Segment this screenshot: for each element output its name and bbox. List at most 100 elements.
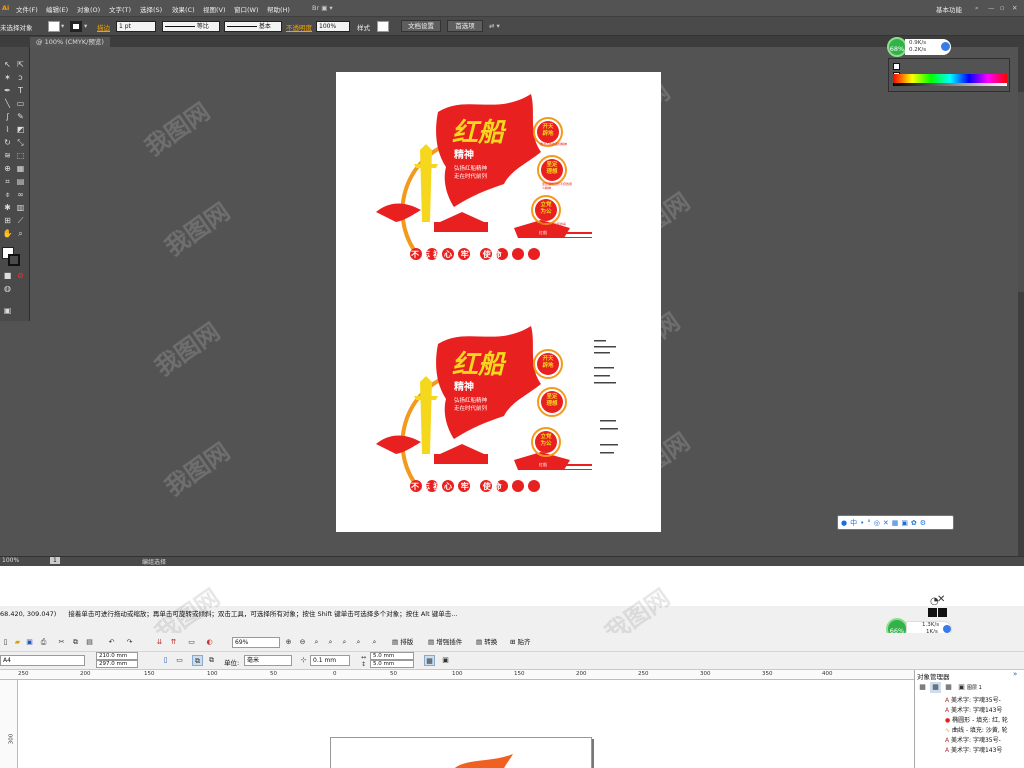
export-icon[interactable]: ⇈ — [168, 637, 179, 648]
page-width-field[interactable]: 210.0 mm — [96, 652, 138, 660]
zoom-tool-icon[interactable]: ⌕ — [15, 228, 26, 239]
zoom-out-icon[interactable]: ⊖ — [297, 637, 308, 648]
docker-expand-icon[interactable]: » — [1013, 670, 1017, 678]
artboard-tool-icon[interactable]: ⊞ — [2, 215, 13, 226]
slice-tool-icon[interactable]: ⟋ — [15, 215, 26, 226]
nudge-distance-field[interactable]: 0.1 mm — [310, 655, 350, 666]
document-tab[interactable]: @ 100% (CMYK/预览) — [30, 37, 110, 47]
copy-icon[interactable]: ⧉ — [70, 637, 81, 648]
stroke-label[interactable]: 描边 — [97, 22, 110, 32]
paste-icon[interactable]: ▤ — [84, 637, 95, 648]
ime-icons[interactable]: ●中•°◎✕▦▣✿⚙ — [841, 518, 929, 528]
zoom-level-field[interactable]: 69% — [232, 637, 280, 648]
cut-icon[interactable]: ✂ — [56, 637, 67, 648]
direct-selection-icon[interactable]: ⇱ — [15, 59, 26, 70]
menu-object[interactable]: 对象(O) — [77, 4, 100, 14]
artboard[interactable]: 红船 精神 弘扬红船精神 走在时代前列 开天辟地 坚定理想 立党为公 红船 不忘… — [336, 72, 661, 532]
free-transform-icon[interactable]: ⬚ — [15, 150, 26, 161]
panel-fill-icon[interactable] — [893, 63, 900, 70]
import-icon[interactable]: ⇊ — [154, 637, 165, 648]
shape-builder-icon[interactable]: ⊕ — [2, 163, 13, 174]
duplicate-x-field[interactable]: 5.0 mm — [370, 652, 414, 660]
open-icon[interactable]: ▰ — [12, 637, 23, 648]
color-mode-icon[interactable]: ■ — [2, 270, 13, 281]
workspace-switcher[interactable]: 基本功能 — [936, 4, 962, 14]
zoom-height-icon[interactable]: ⌕ — [369, 637, 380, 648]
enhance-plugin-button[interactable]: ▤ 增强插件 — [428, 636, 462, 649]
all-pages-icon[interactable]: ⧉ — [192, 655, 203, 666]
zoom-width-icon[interactable]: ⌕ — [353, 637, 364, 648]
accelerate-icon[interactable] — [941, 42, 950, 51]
page-height-field[interactable]: 297.0 mm — [96, 660, 138, 668]
minimize-icon[interactable]: — — [988, 4, 995, 12]
bridge-icon[interactable]: Br ▣ ▾ — [312, 4, 333, 12]
show-properties-icon[interactable]: ▦ — [917, 682, 928, 693]
blend-tool-icon[interactable]: ∞ — [15, 189, 26, 200]
current-page-icon[interactable]: ⧉ — [206, 655, 217, 666]
zoom-level[interactable]: 100% — [2, 557, 19, 564]
zoom-all-icon[interactable]: ⌕ — [325, 637, 336, 648]
color-spectrum[interactable] — [893, 74, 1007, 83]
grayscale-ramp[interactable] — [893, 83, 1007, 86]
scale-tool-icon[interactable]: ⤡ — [15, 137, 26, 148]
arrange-icon[interactable]: ⇄ ▾ — [489, 22, 500, 30]
search-icon[interactable]: ⌕ — [975, 4, 979, 13]
width-tool-icon[interactable]: ≋ — [2, 150, 13, 161]
opacity-field[interactable]: 100% — [316, 21, 350, 32]
graphic-style-swatch[interactable] — [377, 21, 389, 32]
pencil-icon[interactable]: ✎ — [15, 111, 26, 122]
object-row[interactable]: ● 椭圆形 - 填充: 红, 轮 — [945, 716, 1008, 726]
zoom-selected-icon[interactable]: ⌕ — [311, 637, 322, 648]
horizontal-ruler[interactable]: 250 200 150 100 50 0 50 100 150 200 250 … — [0, 670, 914, 680]
close-icon[interactable]: ✕ — [1012, 4, 1017, 12]
eraser-icon[interactable]: ◩ — [15, 124, 26, 135]
outline-swatch[interactable] — [938, 608, 947, 617]
save-icon[interactable]: ▣ — [24, 637, 35, 648]
network-meter[interactable]: 68% 0.9K/s 0.2K/s — [887, 37, 953, 57]
duplicate-y-field[interactable]: 5.0 mm — [370, 660, 414, 668]
object-row[interactable]: A 美术字: 字魂143号 — [945, 746, 1002, 756]
redo-icon[interactable]: ↷ — [124, 637, 135, 648]
edit-scale-icon[interactable]: ▣ — [440, 655, 451, 666]
menu-file[interactable]: 文件(F) — [16, 4, 38, 14]
stroke-dropdown-icon[interactable]: ▾ — [84, 22, 87, 30]
object-row[interactable]: A 美术字: 字魂143号 — [945, 706, 1002, 716]
preferences-button[interactable]: 首选项 — [447, 20, 483, 32]
new-document-icon[interactable]: ▯ — [0, 637, 11, 648]
page-size-dropdown[interactable]: A4 — [0, 655, 85, 666]
layout-button[interactable]: ▤ 排版 — [392, 636, 413, 649]
fill-dropdown-icon[interactable]: ▾ — [61, 22, 64, 30]
stroke-color-icon[interactable] — [8, 254, 20, 266]
menu-type[interactable]: 文字(T) — [109, 4, 131, 14]
corel-online-icon[interactable]: ◐ — [204, 637, 215, 648]
document-setup-button[interactable]: 文档设置 — [401, 20, 441, 32]
eyedropper-icon[interactable]: ⌽ — [2, 189, 13, 200]
convert-button[interactable]: ▤ 转换 — [476, 636, 497, 649]
gradient-tool-icon[interactable]: ▤ — [15, 176, 26, 187]
variable-width-profile[interactable]: 等比 — [162, 21, 220, 32]
undo-icon[interactable]: ↶ — [106, 637, 117, 648]
graph-tool-icon[interactable]: ▥ — [15, 202, 26, 213]
menu-window[interactable]: 窗口(W) — [234, 4, 259, 14]
menu-view[interactable]: 视图(V) — [203, 4, 226, 14]
menu-help[interactable]: 帮助(H) — [267, 4, 290, 14]
print-icon[interactable]: ⎙ — [38, 637, 49, 648]
landscape-icon[interactable]: ▭ — [174, 655, 185, 666]
screen-mode-icon[interactable]: ▣ — [2, 305, 13, 316]
line-tool-icon[interactable]: ╲ — [2, 98, 13, 109]
object-row[interactable]: ∿ 曲线 - 填充: 沙黄, 轮 — [945, 726, 1008, 736]
accelerate-icon[interactable] — [943, 625, 951, 633]
close-docker-icon[interactable]: ✕ — [937, 594, 945, 605]
paintbrush-icon[interactable]: ∫ — [2, 111, 13, 122]
type-tool-icon[interactable]: T — [15, 85, 26, 96]
opacity-label[interactable]: 不透明度 — [286, 22, 312, 32]
brush-definition[interactable]: 基本 — [224, 21, 282, 32]
zoom-in-icon[interactable]: ⊕ — [283, 637, 294, 648]
black-swatch[interactable] — [928, 608, 937, 617]
magic-wand-icon[interactable]: ✶ — [2, 72, 13, 83]
pen-tool-icon[interactable]: ✒ — [2, 85, 13, 96]
treat-as-filled-icon[interactable]: ▦ — [424, 655, 435, 666]
vertical-ruler[interactable]: 300 — [0, 680, 18, 768]
selection-tool-icon[interactable]: ↖ — [2, 59, 13, 70]
layers-dropdown-icon[interactable]: ▣ — [956, 682, 967, 693]
